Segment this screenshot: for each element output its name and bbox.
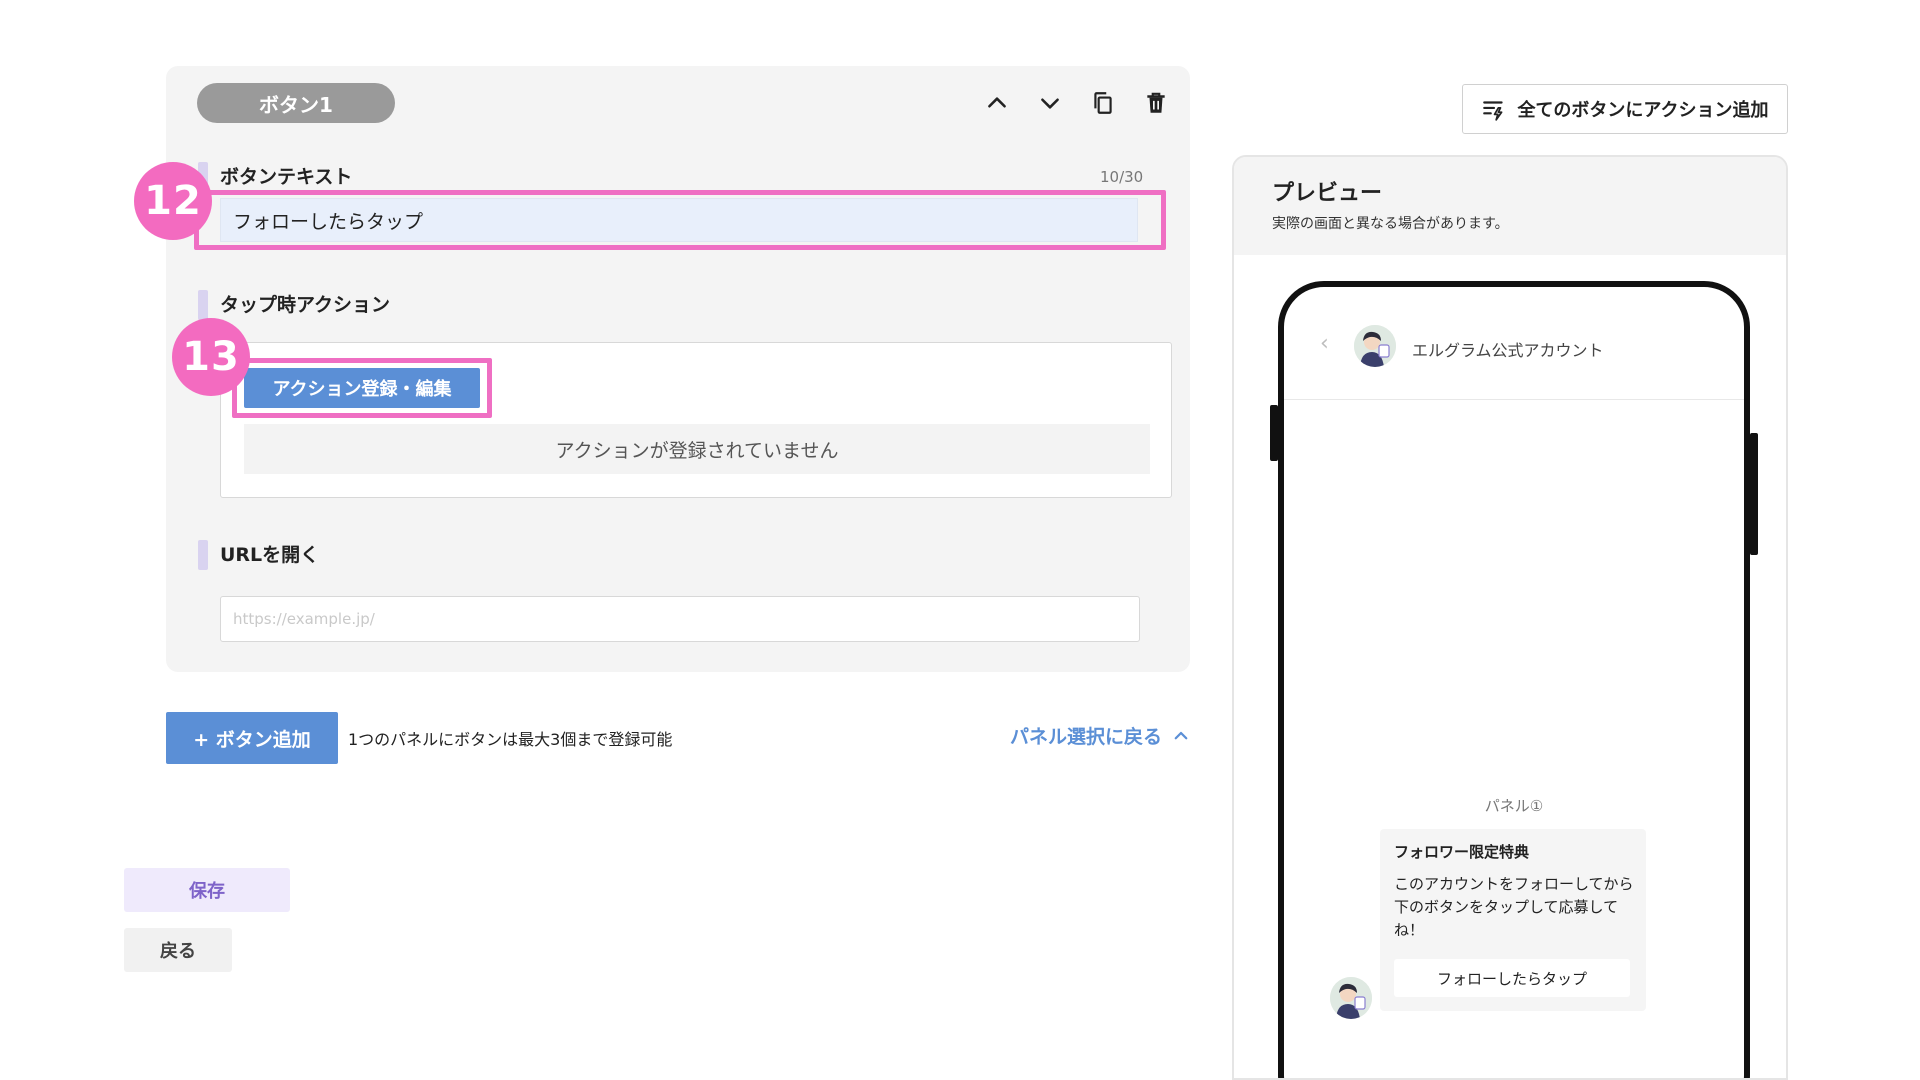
back-button[interactable]: 戻る	[124, 928, 232, 972]
preview-title: プレビュー	[1272, 181, 1383, 206]
bubble-body: このアカウントをフォローしてから下のボタンをタップして応募してね！	[1394, 875, 1634, 939]
url-input[interactable]: https://example.jp/	[220, 596, 1140, 642]
highlight-box-text-field	[194, 190, 1166, 250]
list-lightning-icon	[1483, 101, 1504, 121]
back-to-panel-label: パネル選択に戻る	[1010, 726, 1163, 748]
duplicate-button[interactable]	[1086, 86, 1120, 120]
chat-header-divider	[1284, 399, 1744, 400]
message-bubble: フォロワー限定特典 このアカウントをフォローしてから下のボタンをタップして応募し…	[1380, 829, 1646, 1011]
avatar-illustration	[1330, 977, 1372, 1019]
button-limit-note: 1つのパネルにボタンは最大3個まで登録可能	[348, 730, 673, 749]
chevron-up-icon	[988, 97, 1006, 108]
tap-action-label: タップ時アクション	[220, 294, 391, 316]
panel-label: パネル①	[1484, 797, 1544, 815]
phone-side-button	[1270, 405, 1278, 461]
add-button-button[interactable]: + ボタン追加	[166, 712, 338, 764]
copy-icon	[1094, 92, 1112, 114]
phone-side-button	[1750, 433, 1758, 555]
highlight-box-action-button	[232, 358, 492, 418]
button-tag: ボタン1	[197, 83, 395, 123]
account-avatar	[1354, 325, 1396, 367]
move-down-button[interactable]	[1033, 86, 1067, 120]
add-action-to-all-button[interactable]: 全てのボタンにアクション追加	[1462, 84, 1788, 134]
account-name: エルグラム公式アカウント	[1412, 341, 1604, 360]
preview-header: プレビュー 実際の画面と異なる場合があります。	[1234, 157, 1786, 255]
trash-icon	[1147, 92, 1165, 113]
callout-badge-12: 12	[134, 162, 212, 240]
chevron-up-icon	[1174, 731, 1188, 739]
chevron-left-icon: ‹	[1320, 331, 1329, 356]
back-to-panel-link[interactable]: パネル選択に戻る	[1010, 722, 1190, 749]
callout-badge-13: 13	[172, 318, 250, 396]
char-counter: 10/30	[1100, 168, 1144, 186]
section-marker	[198, 540, 208, 570]
empty-action-message: アクションが登録されていません	[244, 424, 1150, 474]
phone-mockup: ‹ エルグラム公式アカウント パネル① フォロワー限定特典 このアカウントをフォ…	[1278, 281, 1750, 1078]
section-marker	[198, 290, 208, 320]
message-avatar	[1330, 977, 1372, 1019]
add-action-to-all-label: 全てのボタンにアクション追加	[1517, 100, 1769, 121]
save-button[interactable]: 保存	[124, 868, 290, 912]
url-label: URLを開く	[220, 544, 320, 566]
chevron-down-icon	[1041, 98, 1059, 109]
preview-subtitle: 実際の画面と異なる場合があります。	[1272, 216, 1509, 232]
bubble-title: フォロワー限定特典	[1394, 843, 1530, 861]
move-up-button[interactable]	[980, 86, 1014, 120]
button-text-label: ボタンテキスト	[220, 166, 353, 188]
delete-button[interactable]	[1139, 86, 1173, 120]
preview-card: プレビュー 実際の画面と異なる場合があります。 ‹ エルグラム公式アカウント パ…	[1232, 155, 1788, 1080]
avatar-illustration	[1354, 325, 1396, 367]
bubble-action-button[interactable]: フォローしたらタップ	[1394, 959, 1630, 997]
